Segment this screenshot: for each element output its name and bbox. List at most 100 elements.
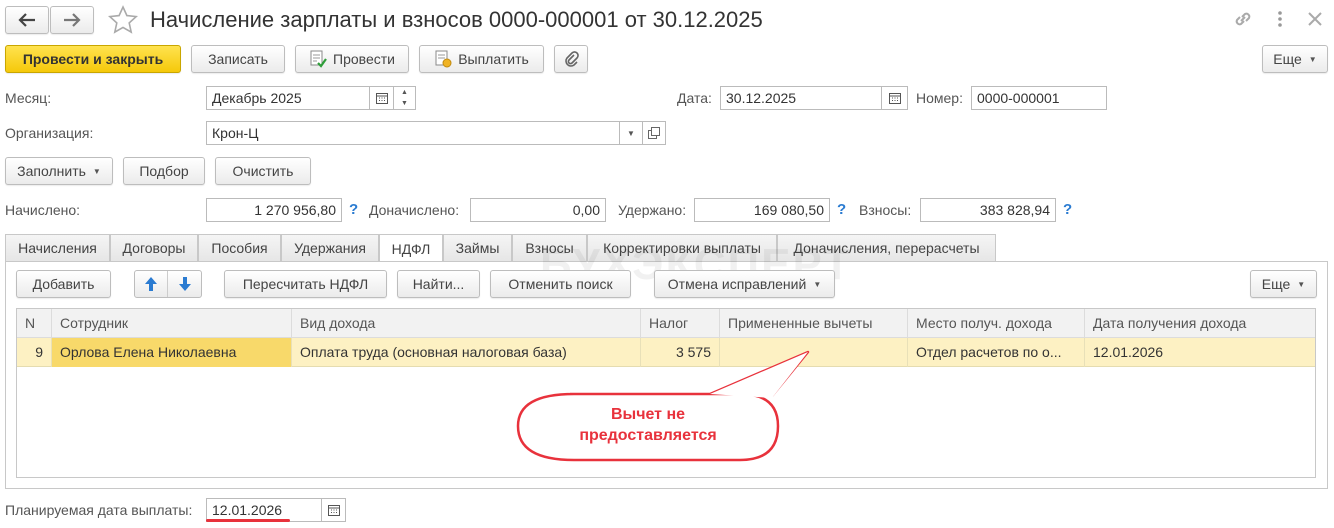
more-actions-button[interactable]: [1272, 8, 1288, 30]
cancel-search-button[interactable]: Отменить поиск: [490, 270, 631, 298]
post-icon: [310, 50, 327, 68]
organization-open-button[interactable]: [643, 121, 666, 145]
column-header-date[interactable]: Дата получения дохода: [1085, 309, 1315, 338]
link-icon: [1235, 12, 1251, 26]
move-down-button[interactable]: [168, 271, 201, 297]
post-button-label: Провести: [333, 51, 395, 67]
document-title: Начисление зарплаты и взносов 0000-00000…: [150, 7, 763, 32]
pay-icon: [435, 50, 452, 68]
more-button-label: Еще: [1273, 51, 1302, 67]
forward-arrow-icon: [64, 13, 81, 27]
calendar-icon: [327, 505, 340, 516]
column-header-tax[interactable]: Налог: [641, 309, 720, 338]
more-vert-icon: [1278, 11, 1282, 27]
pay-button[interactable]: Выплатить: [419, 45, 544, 73]
planned-date-label: Планируемая дата выплаты:: [5, 502, 193, 518]
open-form-icon: [648, 127, 660, 139]
chevron-down-icon: ▼: [92, 166, 101, 176]
cell-n[interactable]: 9: [17, 338, 52, 367]
date-calendar-button[interactable]: [882, 86, 908, 110]
contributions-label: Взносы:: [859, 202, 912, 218]
organization-label: Организация:: [5, 125, 94, 141]
fill-button[interactable]: Заполнить ▼: [5, 157, 113, 185]
cell-place[interactable]: Отдел расчетов по о...: [908, 338, 1085, 367]
close-icon: [1308, 12, 1322, 26]
down-arrow-icon: [178, 277, 191, 291]
star-icon: [107, 5, 139, 34]
clear-button[interactable]: Очистить: [215, 157, 311, 185]
chevron-down-icon: ▼: [1308, 54, 1317, 64]
cell-employee[interactable]: Орлова Елена Николаевна: [52, 338, 292, 367]
withheld-label: Удержано:: [618, 202, 687, 218]
accrued-label: Начислено:: [5, 202, 81, 218]
back-arrow-icon: [18, 13, 35, 27]
tab-accruals[interactable]: Начисления: [5, 234, 110, 261]
planned-date-underline: [206, 519, 290, 522]
number-field[interactable]: 0000-000001: [971, 86, 1107, 110]
cancel-corrections-label: Отмена исправлений: [667, 276, 807, 292]
column-header-income-type[interactable]: Вид дохода: [292, 309, 641, 338]
month-field[interactable]: Декабрь 2025: [206, 86, 370, 110]
spinner-up-icon[interactable]: ▲: [394, 87, 415, 98]
number-label: Номер:: [916, 90, 963, 106]
chevron-down-icon: ▼: [813, 279, 822, 289]
pay-button-label: Выплатить: [458, 51, 529, 67]
recalc-ndfl-button[interactable]: Пересчитать НДФЛ: [224, 270, 387, 298]
column-header-n[interactable]: N: [17, 309, 52, 338]
select-button[interactable]: Подбор: [123, 157, 205, 185]
calendar-icon: [375, 93, 388, 104]
cell-date[interactable]: 12.01.2026: [1085, 338, 1315, 367]
favorite-star[interactable]: [107, 5, 139, 35]
month-label: Месяц:: [5, 90, 52, 106]
spinner-down-icon[interactable]: ▼: [394, 98, 415, 109]
more-button[interactable]: Еще ▼: [1262, 45, 1328, 73]
withheld-field: 169 080,50: [694, 198, 830, 222]
month-calendar-button[interactable]: [370, 86, 394, 110]
post-button[interactable]: Провести: [295, 45, 409, 73]
contributions-help-icon[interactable]: ?: [1063, 198, 1072, 222]
forward-button[interactable]: [50, 6, 94, 34]
withheld-help-icon[interactable]: ?: [837, 198, 846, 222]
tab-benefits[interactable]: Пособия: [198, 234, 281, 261]
accrued-help-icon[interactable]: ?: [349, 198, 358, 222]
calendar-icon: [888, 93, 901, 104]
tab-contracts[interactable]: Договоры: [110, 234, 198, 261]
extra-accrued-label: Доначислено:: [369, 202, 460, 218]
close-button[interactable]: [1304, 8, 1326, 30]
fill-button-label: Заполнить: [17, 163, 86, 179]
tab-ndfl[interactable]: НДФЛ: [379, 234, 443, 262]
column-header-deductions[interactable]: Примененные вычеты: [720, 309, 908, 338]
tab-more-button[interactable]: Еще ▼: [1250, 270, 1317, 298]
cancel-corrections-button[interactable]: Отмена исправлений ▼: [654, 270, 835, 298]
planned-date-calendar-button[interactable]: [322, 498, 346, 522]
tab-loans[interactable]: Займы: [443, 234, 512, 261]
callout-line-1: Вычет не: [610, 406, 686, 423]
organization-dropdown-button[interactable]: ▼: [620, 121, 643, 145]
accrued-field: 1 270 956,80: [206, 198, 342, 222]
column-header-place[interactable]: Место получ. дохода: [908, 309, 1085, 338]
find-button[interactable]: Найти...: [397, 270, 480, 298]
date-field[interactable]: 30.12.2025: [720, 86, 882, 110]
column-header-employee[interactable]: Сотрудник: [52, 309, 292, 338]
move-up-button[interactable]: [135, 271, 169, 297]
save-button[interactable]: Записать: [191, 45, 285, 73]
paperclip-icon: [565, 51, 579, 67]
move-buttons: [134, 270, 202, 298]
callout-text: Вычет не предоставляется: [518, 404, 778, 446]
add-button[interactable]: Добавить: [16, 270, 111, 298]
post-and-close-button[interactable]: Провести и закрыть: [5, 45, 181, 73]
date-label: Дата:: [677, 90, 712, 106]
extra-accrued-field: 0,00: [470, 198, 606, 222]
month-spinner[interactable]: ▲ ▼: [394, 86, 416, 110]
attach-button[interactable]: [554, 45, 588, 73]
chevron-down-icon: ▼: [1297, 279, 1306, 289]
up-arrow-icon: [145, 277, 157, 291]
back-button[interactable]: [5, 6, 49, 34]
organization-field[interactable]: Крон-Ц: [206, 121, 620, 145]
chevron-down-icon: ▼: [627, 128, 635, 138]
tab-deductions[interactable]: Удержания: [281, 234, 379, 261]
contributions-field: 383 828,94: [920, 198, 1056, 222]
callout-line-2: предоставляется: [579, 427, 717, 444]
link-button[interactable]: [1232, 8, 1254, 30]
tab-more-label: Еще: [1261, 276, 1291, 292]
